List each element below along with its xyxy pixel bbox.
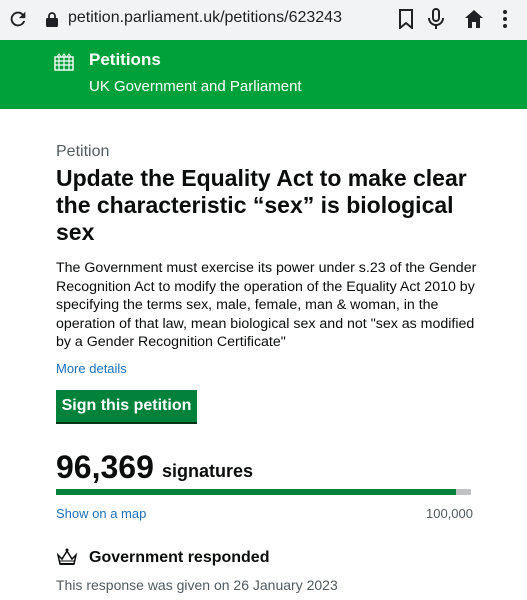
address-bar-url[interactable]: petition.parliament.uk/petitions/623243 bbox=[68, 9, 342, 27]
more-details-link[interactable]: More details bbox=[56, 361, 127, 376]
site-header: Petitions UK Government and Parliament bbox=[0, 40, 527, 109]
government-response-heading: Government responded bbox=[89, 549, 270, 566]
microphone-icon[interactable] bbox=[427, 8, 445, 30]
signature-count-label: signatures bbox=[162, 461, 254, 481]
signature-progress-fill bbox=[56, 489, 456, 495]
lock-icon bbox=[46, 12, 58, 27]
portcullis-icon bbox=[54, 53, 74, 71]
site-subtitle: UK Government and Parliament bbox=[89, 78, 302, 95]
petition-title: Update the Equality Act to make clear th… bbox=[56, 165, 467, 245]
signature-target: 100,000 bbox=[426, 506, 473, 521]
site-brand[interactable]: Petitions bbox=[89, 50, 161, 70]
crown-icon bbox=[56, 548, 78, 565]
browser-toolbar: petition.parliament.uk/petitions/623243 bbox=[0, 0, 527, 40]
bookmark-icon[interactable] bbox=[398, 9, 414, 29]
petition-description: The Government must exercise its power u… bbox=[56, 260, 477, 350]
more-options-icon[interactable] bbox=[500, 9, 510, 29]
home-icon[interactable] bbox=[464, 9, 484, 29]
sign-petition-button[interactable]: Sign this petition bbox=[56, 390, 197, 424]
show-on-map-link[interactable]: Show on a map bbox=[56, 506, 146, 521]
reload-icon[interactable] bbox=[7, 8, 29, 30]
signature-count: 96,369 bbox=[56, 449, 154, 485]
signature-progress-bar bbox=[56, 489, 471, 495]
government-response-date: This response was given on 26 January 20… bbox=[56, 577, 338, 593]
petition-eyebrow: Petition bbox=[56, 143, 110, 160]
